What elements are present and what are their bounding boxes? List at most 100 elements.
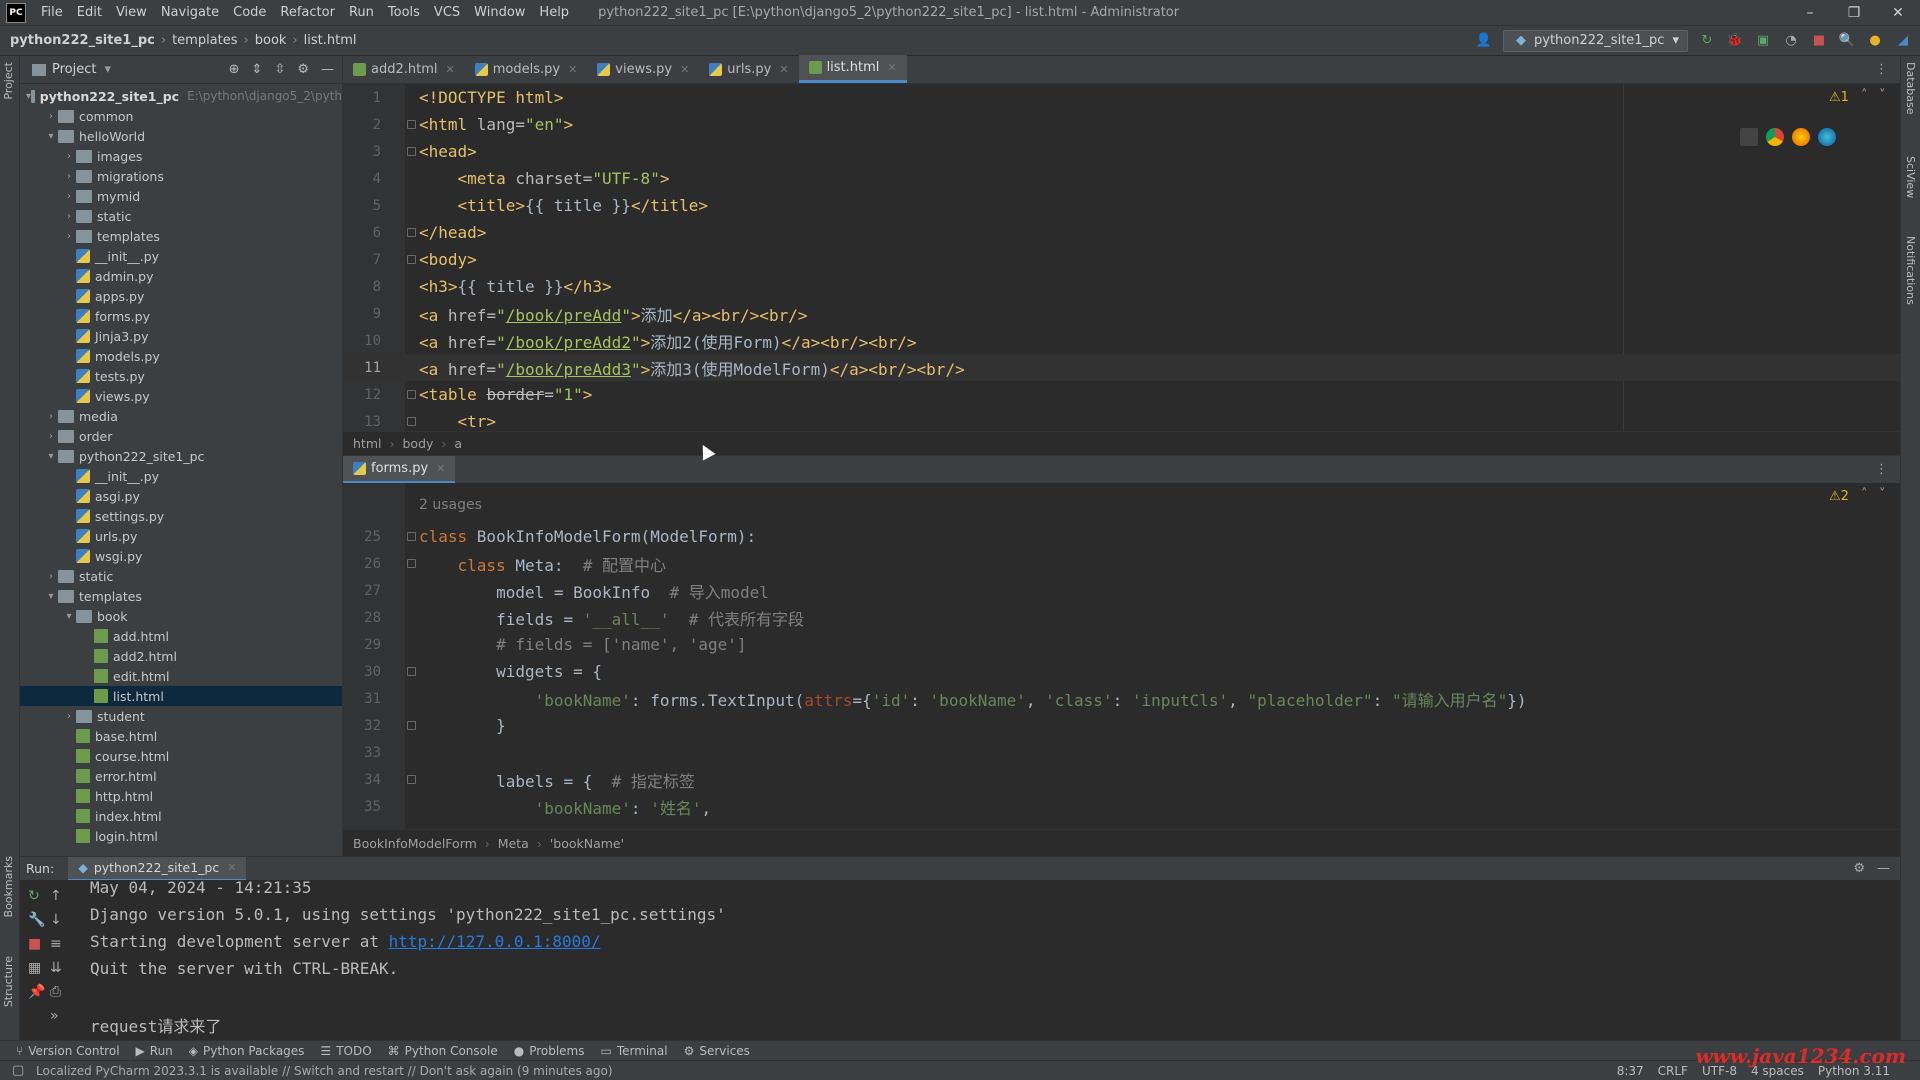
menu-refactor[interactable]: Refactor	[273, 5, 342, 20]
fold-icon[interactable]	[407, 120, 416, 129]
search-icon[interactable]: 🔍	[1838, 32, 1856, 50]
tree-item[interactable]: base.html	[20, 726, 342, 746]
tab-views-py[interactable]: views.py ✕	[587, 55, 699, 83]
breadcrumb-item[interactable]: 'bookName'	[550, 836, 624, 851]
code-line[interactable]: 27 model = BookInfo # 导入model	[343, 577, 1900, 604]
menu-code[interactable]: Code	[226, 5, 273, 20]
code-line[interactable]: 4 <meta charset="UTF-8">	[343, 165, 1900, 192]
fold-icon[interactable]	[407, 147, 416, 156]
tree-item[interactable]: error.html	[20, 766, 342, 786]
tree-item[interactable]: ▾ python222_site1_pc	[20, 446, 342, 466]
code-line[interactable]: 30 widgets = {	[343, 658, 1900, 685]
rerun-icon[interactable]: ↻	[1698, 32, 1716, 50]
profile-icon[interactable]: ◔	[1782, 32, 1800, 50]
tree-item[interactable]: › images	[20, 146, 342, 166]
close-icon[interactable]: ✕	[436, 462, 445, 475]
server-url-link[interactable]: http://127.0.0.1:8000/	[389, 932, 601, 951]
database-tool-button[interactable]: Database	[1904, 62, 1917, 115]
chevron-down-icon[interactable]: ˅	[1879, 487, 1886, 502]
project-panel-title[interactable]: Project	[52, 62, 96, 77]
usages-hint[interactable]: 2 usages	[419, 497, 482, 513]
tree-item[interactable]: › static	[20, 206, 342, 226]
edge-icon[interactable]	[1818, 128, 1836, 146]
tree-item[interactable]: › media	[20, 406, 342, 426]
tab-list-html[interactable]: list.html ✕	[798, 55, 907, 83]
fold-icon[interactable]	[407, 559, 416, 568]
code-line[interactable]: 13 <tr>	[343, 408, 1900, 431]
tree-item[interactable]: apps.py	[20, 286, 342, 306]
tree-item[interactable]: __init__.py	[20, 246, 342, 266]
expand-all-icon[interactable]: ⇕	[252, 62, 263, 77]
tree-item[interactable]: ▾ book	[20, 606, 342, 626]
pycharm-browser-icon[interactable]	[1740, 128, 1758, 146]
hide-icon[interactable]: —	[1877, 861, 1890, 876]
tree-item[interactable]: › order	[20, 426, 342, 446]
more-options-icon[interactable]: ⋮	[1875, 462, 1888, 477]
rerun-icon[interactable]: ↻	[28, 888, 40, 904]
tool-run[interactable]: ▶ Run	[136, 1044, 173, 1058]
close-icon[interactable]: ✕	[779, 63, 788, 76]
tab-add2-html[interactable]: add2.html ✕	[343, 55, 465, 83]
close-icon[interactable]: ✕	[1876, 5, 1920, 21]
tree-item[interactable]: › mymid	[20, 186, 342, 206]
code-line[interactable]: 29 # fields = ['name', 'age']	[343, 631, 1900, 658]
chevron-right-icon[interactable]: ›	[44, 571, 58, 582]
fold-icon[interactable]	[407, 532, 416, 541]
tool-version-control[interactable]: ⑂ Version Control	[16, 1044, 120, 1058]
tool-todo[interactable]: ☰ TODO	[320, 1044, 371, 1058]
debug-icon[interactable]: 🐞	[1726, 32, 1744, 50]
minimize-icon[interactable]: –	[1788, 5, 1832, 21]
chevron-down-icon[interactable]: ▾	[44, 131, 58, 142]
wrench-icon[interactable]: 🔧	[28, 912, 45, 928]
tree-item[interactable]: Jinja3.py	[20, 326, 342, 346]
tree-item[interactable]: admin.py	[20, 266, 342, 286]
chevron-up-icon[interactable]: ˄	[1861, 88, 1868, 103]
chevron-down-icon[interactable]: ▾	[104, 62, 111, 77]
updates-icon[interactable]: ●	[1866, 32, 1884, 50]
chevron-right-icon[interactable]: ›	[62, 191, 76, 202]
code-line[interactable]: 31 'bookName': forms.TextInput(attrs={'i…	[343, 685, 1900, 712]
line-separator[interactable]: CRLF	[1658, 1064, 1688, 1078]
tree-item[interactable]: course.html	[20, 746, 342, 766]
fold-icon[interactable]	[407, 721, 416, 730]
code-line[interactable]: 25 class BookInfoModelForm(ModelForm):	[343, 523, 1900, 550]
layout-icon[interactable]: ▦	[28, 960, 41, 976]
close-icon[interactable]: ✕	[887, 61, 896, 74]
chevron-right-icon[interactable]: ›	[62, 231, 76, 242]
tree-item[interactable]: › templates	[20, 226, 342, 246]
tree-item[interactable]: add2.html	[20, 646, 342, 666]
tree-item[interactable]: › static	[20, 566, 342, 586]
tool-terminal[interactable]: ▭ Terminal	[601, 1044, 668, 1058]
menu-vcs[interactable]: VCS	[427, 5, 467, 20]
maximize-icon[interactable]: ❐	[1832, 5, 1876, 21]
chevron-down-icon[interactable]: ▾	[44, 451, 58, 462]
run-configuration-select[interactable]: ◆ python222_site1_pc ▾	[1503, 29, 1688, 52]
tree-item[interactable]: asgi.py	[20, 486, 342, 506]
editor-list-html[interactable]: 1 <!DOCTYPE html> 2 <html lang="en"> 3 <head>…	[343, 84, 1900, 431]
breadcrumb-item[interactable]: python222_site1_pc	[10, 33, 155, 48]
fold-icon[interactable]	[407, 228, 416, 237]
vcs-user-icon[interactable]: 👤	[1475, 32, 1493, 50]
tab-urls-py[interactable]: urls.py ✕	[699, 55, 798, 83]
arrow-up-icon[interactable]: ↑	[50, 888, 62, 904]
run-console[interactable]: May 04, 2024 - 14:21:35 Django version 5.…	[70, 878, 1880, 1040]
coverage-icon[interactable]: ▣	[1754, 32, 1772, 50]
code-line[interactable]: 5 <title>{{ title }}</title>	[343, 192, 1900, 219]
chevron-right-icon[interactable]: ›	[44, 411, 58, 422]
code-line[interactable]: 26 class Meta: # 配置中心	[343, 550, 1900, 577]
fold-icon[interactable]	[407, 255, 416, 264]
breadcrumb-item[interactable]: list.html	[304, 33, 357, 48]
tree-item[interactable]: ▾ helloWorld	[20, 126, 342, 146]
firefox-icon[interactable]	[1792, 128, 1810, 146]
fold-icon[interactable]	[407, 417, 416, 426]
project-tool-button[interactable]: Project	[2, 62, 15, 100]
chevron-right-icon[interactable]: ›	[62, 211, 76, 222]
gear-icon[interactable]: ⚙	[297, 62, 309, 77]
breadcrumb-item[interactable]: Meta	[498, 836, 529, 851]
gear-icon[interactable]: ⚙	[1853, 861, 1865, 876]
pin-icon[interactable]: 📌	[28, 984, 45, 1000]
menu-view[interactable]: View	[109, 5, 154, 20]
breadcrumb-item[interactable]: templates	[172, 33, 237, 48]
tab-models-py[interactable]: models.py ✕	[465, 55, 588, 83]
tree-item[interactable]: urls.py	[20, 526, 342, 546]
